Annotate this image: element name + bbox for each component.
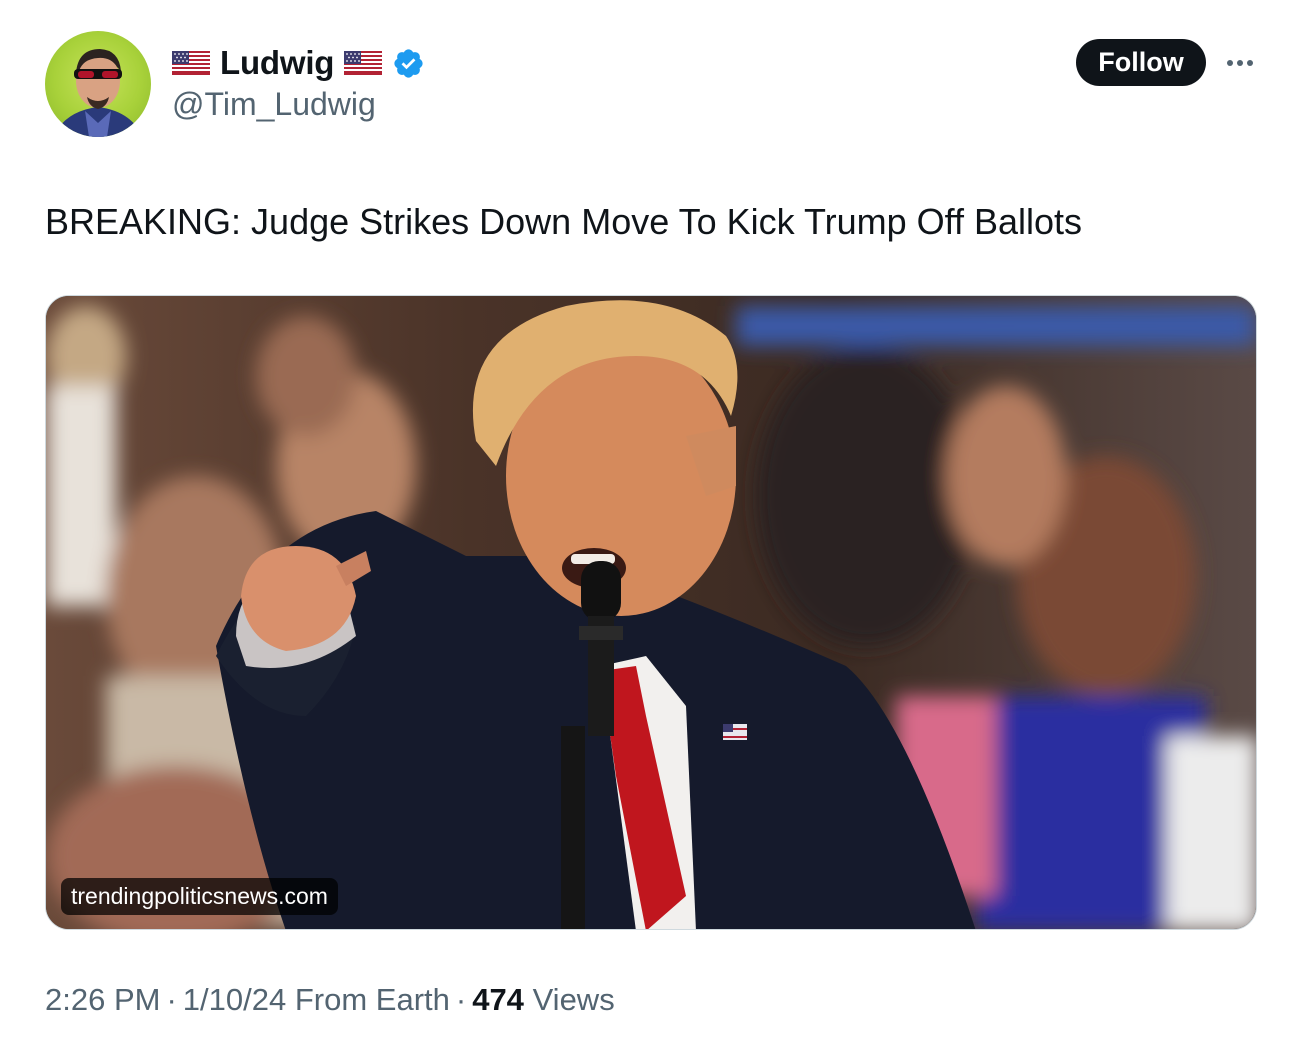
more-dot [1247, 60, 1253, 66]
views-count: 474 [472, 982, 524, 1017]
avatar[interactable] [45, 31, 151, 137]
more-dot [1227, 60, 1233, 66]
author-name-row[interactable]: Ludwig [172, 40, 425, 86]
media-source-label[interactable]: trendingpoliticsnews.com [61, 878, 338, 915]
rally-photo [46, 296, 1256, 929]
meta-separator: · [455, 982, 467, 1017]
us-flag-icon [344, 51, 383, 75]
tweet-meta: 2:26 PM · 1/10/24 From Earth · 474 Views [45, 982, 615, 1018]
us-flag-icon [172, 51, 210, 75]
avatar-image [53, 49, 143, 137]
more-dot [1237, 60, 1243, 66]
verified-badge-icon [392, 47, 425, 80]
meta-separator: · [166, 982, 177, 1017]
follow-button[interactable]: Follow [1076, 39, 1206, 86]
tweet-source: From Earth [294, 982, 450, 1017]
tweet-media-image[interactable] [45, 295, 1257, 930]
author-display-name[interactable]: Ludwig [220, 44, 334, 82]
views-label: Views [532, 982, 615, 1017]
tweet-time[interactable]: 2:26 PM [45, 982, 160, 1017]
more-horizontal-icon[interactable] [1222, 50, 1258, 76]
tweet-text: BREAKING: Judge Strikes Down Move To Kic… [45, 201, 1083, 242]
tweet-date[interactable]: 1/10/24 [183, 982, 286, 1017]
author-handle[interactable]: @Tim_Ludwig [172, 86, 376, 123]
